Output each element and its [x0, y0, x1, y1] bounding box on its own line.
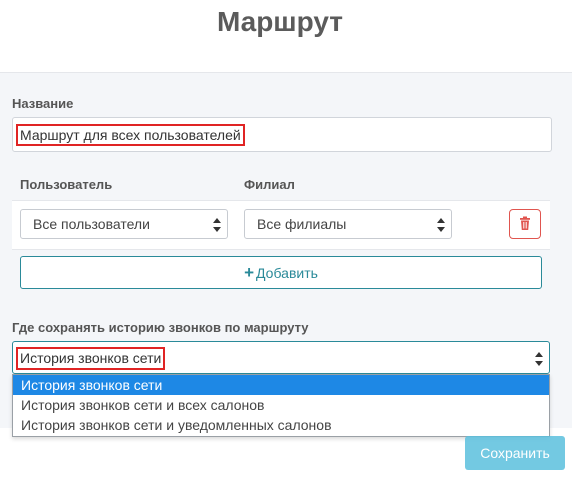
select-arrows-icon [437, 218, 445, 232]
select-arrows-icon [535, 352, 543, 366]
add-button-label: Добавить [256, 265, 318, 281]
history-select-value: История звонков сети [16, 347, 166, 370]
branch-select[interactable]: Все филиалы [244, 209, 452, 239]
history-label: Где сохранять историю звонков по маршрут… [12, 320, 309, 335]
dropdown-option[interactable]: История звонков сети и всех салонов [13, 395, 549, 415]
page-header: Маршрут [0, 0, 572, 73]
plus-icon: + [244, 263, 255, 282]
history-dropdown-list: История звонков сети История звонков сет… [12, 374, 550, 437]
user-select-value: Все пользователи [33, 216, 150, 232]
name-field[interactable]: Маршрут для всех пользователей [12, 117, 552, 152]
name-value: Маршрут для всех пользователей [16, 124, 245, 146]
save-button[interactable]: Сохранить [465, 436, 565, 470]
add-button[interactable]: + Добавить [20, 256, 542, 289]
history-select[interactable]: История звонков сети [12, 341, 550, 374]
delete-row-button[interactable] [509, 209, 541, 239]
user-select[interactable]: Все пользователи [20, 209, 228, 239]
branch-select-value: Все филиалы [257, 216, 347, 232]
user-column-label: Пользователь [20, 177, 113, 192]
branch-column-label: Филиал [244, 177, 295, 192]
name-label: Название [12, 96, 74, 111]
dropdown-option[interactable]: История звонков сети [13, 375, 549, 395]
trash-icon [520, 216, 530, 230]
select-arrows-icon [213, 218, 221, 232]
dropdown-option[interactable]: История звонков сети и уведомленных сало… [13, 415, 549, 435]
page-title: Маршрут [216, 6, 344, 37]
